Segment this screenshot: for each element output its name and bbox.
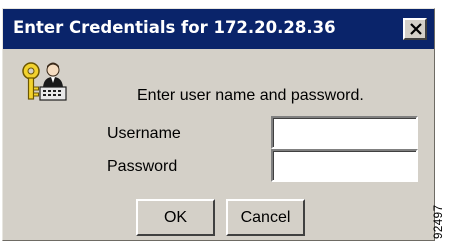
close-button[interactable]: [403, 18, 427, 40]
username-field[interactable]: [271, 116, 418, 149]
password-field[interactable]: [271, 149, 418, 182]
figure-id: 92497: [433, 204, 445, 239]
ok-button[interactable]: OK: [136, 199, 215, 236]
password-label: Password: [107, 158, 178, 175]
key-and-user-icon: [22, 62, 67, 101]
title-bar[interactable]: Enter Credentials for 172.20.28.36: [3, 9, 434, 49]
credentials-dialog: Enter Credentials for 172.20.28.36 Enter…: [2, 8, 435, 241]
username-label: Username: [107, 125, 181, 142]
cancel-button[interactable]: Cancel: [226, 199, 305, 236]
dialog-title: Enter Credentials for 172.20.28.36: [13, 18, 336, 37]
screenshot-canvas: Enter Credentials for 172.20.28.36 Enter…: [0, 0, 449, 244]
instruction-text: Enter user name and password.: [137, 87, 364, 104]
close-icon: [410, 23, 422, 35]
